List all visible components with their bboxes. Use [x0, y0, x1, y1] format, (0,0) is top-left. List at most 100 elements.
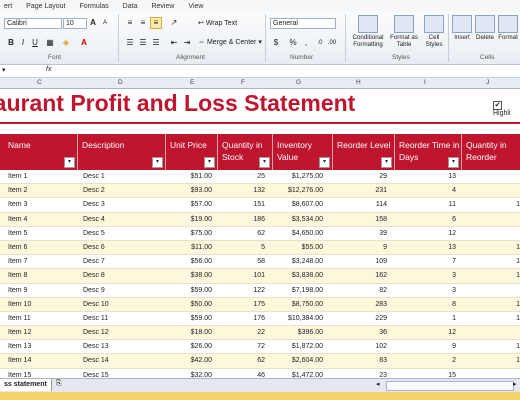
cell-reorder-time[interactable]: 1: [395, 312, 456, 325]
filter-dropdown-icon[interactable]: ▾: [448, 157, 459, 168]
cell-description[interactable]: Desc 7: [83, 255, 163, 268]
header-reorder-level[interactable]: Reorder Level ▾: [333, 134, 395, 170]
cell-inventory-value[interactable]: $1,872.00: [273, 340, 323, 353]
cell-reorder-time[interactable]: 6: [395, 213, 456, 226]
cell-inventory-value[interactable]: $1,275.00: [273, 170, 323, 183]
cell-name[interactable]: Item 8: [8, 269, 74, 282]
cell-name[interactable]: Item 11: [8, 312, 74, 325]
cell-name[interactable]: Item 1: [8, 170, 74, 183]
header-unit-price[interactable]: Unit Price ▾: [166, 134, 218, 170]
filter-dropdown-icon[interactable]: ▾: [204, 157, 215, 168]
cell-reorder-time[interactable]: 2: [395, 354, 456, 367]
cell-quantity[interactable]: 62: [218, 227, 265, 240]
cell-inventory-value[interactable]: $3,248.00: [273, 255, 323, 268]
column-header[interactable]: C: [37, 79, 42, 86]
cell-description[interactable]: Desc 6: [83, 241, 163, 254]
cell-unit-price[interactable]: $57.00: [166, 198, 212, 211]
column-header[interactable]: D: [118, 79, 123, 86]
cell-description[interactable]: Desc 8: [83, 269, 163, 282]
align-top-icon[interactable]: ≡: [124, 17, 136, 29]
cell-name[interactable]: Item 14: [8, 354, 74, 367]
cell-unit-price[interactable]: $51.00: [166, 170, 212, 183]
cell-quantity[interactable]: 62: [218, 354, 265, 367]
merge-center-button[interactable]: ⇔ Merge & Center ▾: [198, 38, 262, 46]
cell-quantity-reorder[interactable]: 1: [462, 340, 520, 353]
align-bottom-icon[interactable]: ≡: [150, 17, 162, 29]
header-reorder-time[interactable]: Reorder Time in Days ▾: [395, 134, 462, 170]
align-right-icon[interactable]: ☰: [150, 37, 162, 49]
cell-quantity[interactable]: 176: [218, 312, 265, 325]
table-row[interactable]: Item 5 Desc 5 $75.00 62 $4,650.00 39 12: [0, 226, 520, 241]
bold-button[interactable]: B: [5, 37, 17, 49]
new-sheet-icon[interactable]: ⎘: [56, 380, 62, 388]
fill-color-icon[interactable]: ◈: [60, 37, 72, 49]
table-row[interactable]: Item 12 Desc 12 $18.00 22 $396.00 36 12: [0, 326, 520, 341]
cell-reorder-time[interactable]: 7: [395, 255, 456, 268]
highlight-checkbox[interactable]: ✔ Highli: [493, 101, 520, 117]
cell-inventory-value[interactable]: $8,750.00: [273, 298, 323, 311]
cell-quantity[interactable]: 72: [218, 340, 265, 353]
cell-quantity[interactable]: 22: [218, 326, 265, 339]
filter-dropdown-icon[interactable]: ▾: [64, 157, 75, 168]
column-header[interactable]: F: [241, 79, 245, 86]
cell-reorder-level[interactable]: 82: [333, 284, 387, 297]
cell-quantity[interactable]: 58: [218, 255, 265, 268]
filter-dropdown-icon[interactable]: ▾: [259, 157, 270, 168]
table-row[interactable]: Item 7 Desc 7 $56.00 58 $3,248.00 109 7 1: [0, 255, 520, 270]
cell-reorder-level[interactable]: 162: [333, 269, 387, 282]
cell-quantity-reorder[interactable]: 1: [462, 298, 520, 311]
header-inventory-value[interactable]: Inventory Value ▾: [273, 134, 333, 170]
menu-formulas[interactable]: Formulas: [79, 3, 108, 10]
font-color-icon[interactable]: A: [78, 37, 90, 49]
table-row[interactable]: Item 9 Desc 9 $59.00 122 $7,198.00 82 3: [0, 283, 520, 298]
cell-inventory-value[interactable]: $7,198.00: [273, 284, 323, 297]
align-middle-icon[interactable]: ≡: [137, 17, 149, 29]
cell-reorder-level[interactable]: 36: [333, 326, 387, 339]
wrap-text-button[interactable]: ↩ Wrap Text: [198, 19, 237, 27]
shrink-font-icon[interactable]: A: [99, 17, 111, 29]
cell-description[interactable]: Desc 3: [83, 198, 163, 211]
scroll-left-icon[interactable]: ◂: [376, 380, 380, 388]
formula-input[interactable]: [60, 66, 518, 76]
cell-description[interactable]: Desc 11: [83, 312, 163, 325]
table-row[interactable]: Item 13 Desc 13 $26.00 72 $1,872.00 102 9 1: [0, 340, 520, 355]
comma-button[interactable]: ,: [300, 37, 312, 49]
menu-review[interactable]: Review: [151, 3, 174, 10]
table-row[interactable]: Item 6 Desc 6 $11.00 5 $55.00 9 13 1: [0, 240, 520, 256]
align-center-icon[interactable]: ☰: [137, 37, 149, 49]
align-left-icon[interactable]: ☰: [124, 37, 136, 49]
cell-name[interactable]: Item 13: [8, 340, 74, 353]
cell-description[interactable]: Desc 14: [83, 354, 163, 367]
cell-name[interactable]: Item 9: [8, 284, 74, 297]
cell-inventory-value[interactable]: $55.00: [273, 241, 323, 254]
cell-reorder-level[interactable]: 109: [333, 255, 387, 268]
column-header[interactable]: J: [486, 79, 489, 86]
cell-name[interactable]: Item 4: [8, 213, 74, 226]
cell-inventory-value[interactable]: $10,384.00: [273, 312, 323, 325]
cell-description[interactable]: Desc 10: [83, 298, 163, 311]
header-description[interactable]: Description ▾: [78, 134, 166, 170]
cell-quantity-reorder[interactable]: 1: [462, 241, 520, 254]
column-header[interactable]: I: [424, 79, 426, 86]
menu-page-layout[interactable]: Page Layout: [26, 3, 65, 10]
cell-reorder-level[interactable]: 102: [333, 340, 387, 353]
cell-quantity[interactable]: 122: [218, 284, 265, 297]
italic-button[interactable]: I: [17, 37, 29, 49]
cell-reorder-time[interactable]: 12: [395, 227, 456, 240]
filter-dropdown-icon[interactable]: ▾: [319, 157, 330, 168]
cell-reorder-time[interactable]: 9: [395, 340, 456, 353]
horizontal-scrollbar[interactable]: [386, 381, 514, 391]
cell-styles-button[interactable]: Cell Styles: [420, 15, 448, 48]
cell-reorder-time[interactable]: 11: [395, 198, 456, 211]
cell-reorder-time[interactable]: 8: [395, 298, 456, 311]
borders-icon[interactable]: ▦: [44, 37, 56, 49]
cell-name[interactable]: Item 7: [8, 255, 74, 268]
format-button[interactable]: Format: [494, 15, 520, 41]
cell-description[interactable]: Desc 5: [83, 227, 163, 240]
cell-reorder-level[interactable]: 114: [333, 198, 387, 211]
cell-description[interactable]: Desc 12: [83, 326, 163, 339]
menu-insert[interactable]: ert: [4, 3, 12, 10]
scroll-right-icon[interactable]: ▸: [513, 380, 517, 388]
sheet-tab[interactable]: ss statement: [0, 379, 52, 391]
cell-description[interactable]: Desc 13: [83, 340, 163, 353]
